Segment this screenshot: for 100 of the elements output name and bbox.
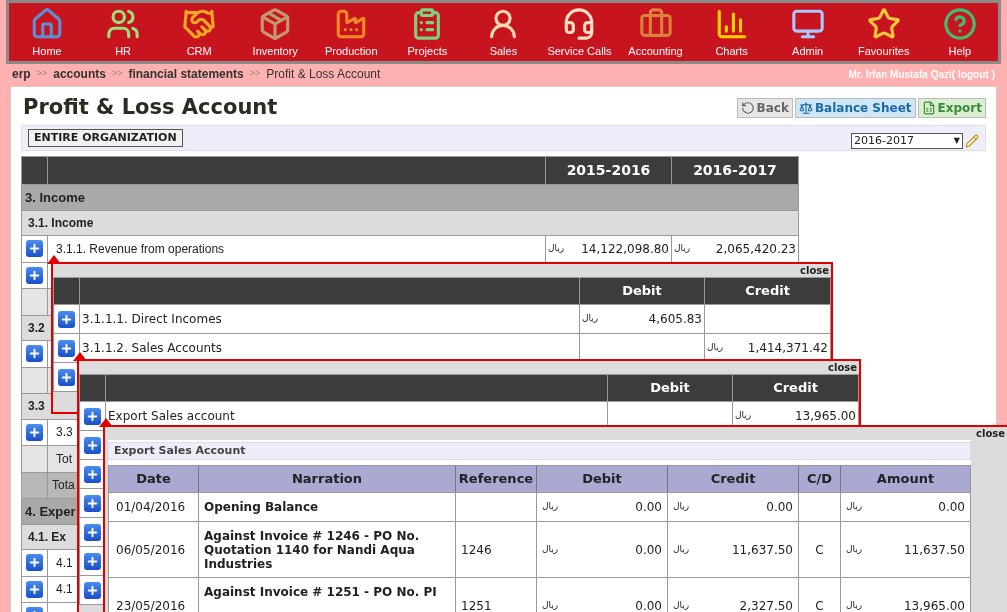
narration-cell-text: Against Invoice # 1246 - PO No. Quotation 1140 for Nandi Aqua Industries [204, 529, 421, 571]
amount: 2,327.50 [739, 597, 793, 612]
expand-button[interactable] [26, 580, 43, 598]
nav-item[interactable]: Help [922, 6, 997, 59]
narration-cell: Opening Balance [204, 500, 319, 514]
year-select[interactable]: 2016-2017 ▼ [851, 133, 963, 149]
nav-item[interactable]: Service Calls [542, 6, 617, 59]
currency-label: ریال [735, 409, 752, 423]
expand-button[interactable] [26, 423, 43, 441]
select-value: 2016-2017 [854, 132, 914, 149]
nav-item[interactable]: Accounting [618, 6, 693, 59]
expand-button[interactable] [26, 345, 43, 363]
row-label: Export Sales account [108, 408, 235, 425]
expand-button[interactable] [84, 552, 101, 570]
amount: 0.00 [635, 499, 662, 516]
column-header: Credit [744, 282, 791, 301]
expand-button[interactable] [84, 436, 101, 454]
plus-icon [28, 556, 41, 570]
row-label: 4.1 [56, 581, 73, 599]
currency-label: ریال [673, 500, 690, 514]
breadcrumb-separator: >> [111, 67, 123, 81]
row-label: 3.1.1. Revenue from operations [56, 240, 225, 258]
expand-button[interactable] [84, 407, 101, 425]
amount: 13,965.00 [794, 408, 856, 425]
breadcrumb-link[interactable]: accounts [53, 65, 106, 83]
plus-icon [86, 438, 99, 452]
amount: 2,065,420.23 [715, 240, 796, 258]
row-label: Tota [52, 477, 75, 495]
expand-button[interactable] [84, 581, 101, 599]
expand-button[interactable] [84, 494, 101, 512]
user-bracket: ) [991, 67, 995, 82]
amount: 11,637.50 [903, 541, 965, 559]
toolbar-button[interactable]: Back [736, 98, 793, 118]
amount: 0.00 [635, 541, 662, 559]
nav-item[interactable]: Production [314, 6, 389, 59]
nav-item[interactable]: CRM [162, 6, 237, 59]
column-header: Debit [537, 466, 668, 492]
row-label: 3.1.1.2. Sales Accounts [82, 340, 223, 357]
breadcrumb-link[interactable]: Profit & Loss Account [266, 65, 381, 83]
type-cell-text: C [815, 597, 824, 612]
plus-icon [86, 467, 99, 481]
help-icon [942, 6, 977, 41]
column-header: Credit [668, 466, 799, 492]
currency-label: ریال [707, 341, 724, 355]
amount: 4,605.83 [648, 311, 702, 328]
toolbar-button[interactable]: Balance Sheet [794, 98, 916, 118]
plus-icon [28, 242, 41, 256]
expand-button[interactable] [84, 523, 101, 541]
nav-item[interactable]: Admin [770, 6, 845, 59]
expand-button[interactable] [58, 339, 75, 357]
reference-cell-text: 1251 [461, 597, 492, 612]
nav-item[interactable]: Favourites [846, 6, 921, 59]
currency-label: ریال [673, 542, 690, 556]
nav-item[interactable]: Inventory [238, 6, 313, 59]
amount: 0.00 [938, 499, 965, 516]
plus-icon [86, 554, 99, 568]
currency-label: ریال [542, 598, 559, 612]
close-link[interactable]: close [976, 427, 1005, 440]
column-header: Amount [875, 470, 936, 489]
currency-label: ریال [542, 542, 559, 556]
date-cell-text: 23/05/2016 [116, 597, 186, 612]
date-cell-text: 06/05/2016 [116, 541, 186, 559]
column-header: Reference [456, 466, 537, 492]
currency-label: ریال [846, 542, 863, 556]
breadcrumb-link[interactable]: financial statements [128, 65, 244, 83]
row-label: 3.1.1.1. Direct Incomes [82, 311, 222, 328]
scope-button[interactable]: ENTIRE ORGANIZATION [28, 129, 183, 147]
nav-item[interactable]: Projects [390, 6, 465, 59]
expand-button[interactable] [58, 310, 75, 328]
breadcrumb-separator: >> [249, 67, 261, 81]
expand-button[interactable] [26, 240, 43, 258]
section-heading: 3.2 [28, 319, 45, 337]
edit-icon [965, 134, 979, 148]
toolbar-button[interactable]: Export [917, 98, 986, 118]
star-icon [866, 6, 901, 41]
expand-button[interactable] [26, 266, 43, 284]
ledger-title: Export Sales Account [108, 442, 971, 460]
nav-item[interactable]: Sales [466, 6, 541, 59]
nav-item[interactable]: Charts [694, 6, 769, 59]
close-link[interactable]: close [828, 361, 857, 374]
column-header: Credit [772, 379, 819, 398]
expand-button[interactable] [84, 465, 101, 483]
nav-item[interactable]: Home [10, 6, 85, 59]
breadcrumb-link[interactable]: erp [12, 65, 31, 83]
plus-icon [28, 425, 41, 439]
expand-button[interactable] [26, 554, 43, 572]
plus-icon [86, 496, 99, 510]
nav-item[interactable]: HR [86, 6, 161, 59]
reference-cell-text: 1246 [461, 541, 492, 559]
row-label: Tot [56, 450, 72, 468]
expand-button[interactable] [58, 368, 75, 386]
plus-icon [28, 268, 41, 282]
currency-label: ریال [674, 242, 691, 255]
currency-label: ریال [582, 312, 599, 326]
user-name: Mr. Irfan Mustafa Qazi( [848, 67, 956, 82]
close-link[interactable]: close [800, 264, 829, 277]
amount: 13,965.00 [903, 597, 965, 612]
column-header: C/D [799, 466, 841, 492]
plus-icon [60, 341, 73, 355]
section-heading: 4. Exper [25, 502, 76, 521]
